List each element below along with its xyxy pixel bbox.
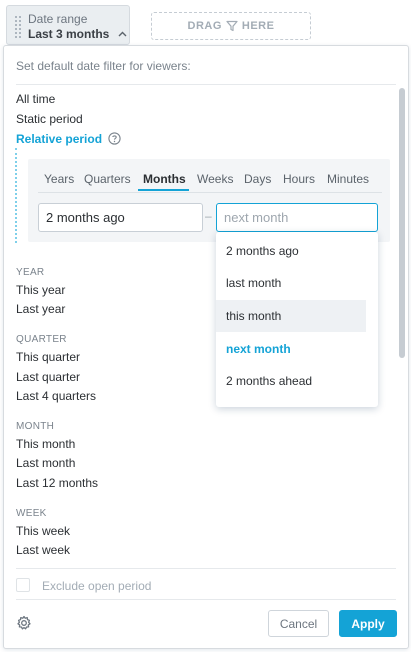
tab-weeks[interactable]: Weeks <box>197 172 233 186</box>
exclude-open-period-checkbox[interactable] <box>16 578 30 592</box>
tab-minutes[interactable]: Minutes <box>327 172 369 186</box>
group-heading-month: MONTH <box>16 421 55 432</box>
drag-grip-icon[interactable] <box>14 15 22 39</box>
group-heading-year: YEAR <box>16 267 45 278</box>
tabs-divider <box>38 192 382 193</box>
option-relative-period[interactable]: Relative period <box>16 132 102 146</box>
filter-chip-value: Last 3 months <box>28 27 110 41</box>
dropdown-option[interactable]: last month <box>216 267 366 299</box>
group-heading-quarter: QUARTER <box>16 334 67 345</box>
preset-this-year[interactable]: This year <box>16 283 65 297</box>
exclude-open-period-label: Exclude open period <box>42 579 152 593</box>
divider <box>16 84 396 85</box>
preset-this-month[interactable]: This month <box>16 437 75 451</box>
preset-last-month[interactable]: Last month <box>16 456 75 470</box>
to-dropdown-list: 2 months ago last month this month next … <box>216 232 378 407</box>
tab-days[interactable]: Days <box>244 172 271 186</box>
apply-button[interactable]: Apply <box>339 610 397 637</box>
preset-this-week[interactable]: This week <box>16 524 70 538</box>
preset-last-week[interactable]: Last week <box>16 543 70 557</box>
panel-description: Set default date filter for viewers: <box>16 59 191 73</box>
relative-period-indicator <box>15 148 17 243</box>
drag-zone-text-right: HERE <box>241 20 275 32</box>
drag-zone-text-left: DRAG <box>187 20 222 32</box>
filter-funnel-icon <box>226 20 238 32</box>
dropdown-option-hovered[interactable]: this month <box>216 300 366 332</box>
tab-years[interactable]: Years <box>44 172 74 186</box>
tab-hours[interactable]: Hours <box>283 172 315 186</box>
date-filter-config-panel: Set default date filter for viewers: All… <box>3 45 409 649</box>
dropdown-option-selected[interactable]: next month <box>216 333 366 365</box>
chevron-up-icon <box>118 31 127 37</box>
option-static-period[interactable]: Static period <box>16 112 83 126</box>
tab-months[interactable]: Months <box>143 172 186 186</box>
date-range-filter-chip[interactable]: Date range Last 3 months <box>6 5 130 45</box>
group-heading-week: WEEK <box>16 508 47 519</box>
to-input[interactable]: next month <box>216 203 378 232</box>
tab-quarters[interactable]: Quarters <box>84 172 131 186</box>
preset-last-4-quarters[interactable]: Last 4 quarters <box>16 389 96 403</box>
filter-chip-label: Date range <box>28 12 88 26</box>
drag-here-dropzone[interactable]: DRAG HERE <box>151 12 311 40</box>
dropdown-option[interactable]: 2 months ago <box>216 235 366 267</box>
divider <box>16 599 396 600</box>
active-tab-underline <box>138 189 189 191</box>
preset-last-quarter[interactable]: Last quarter <box>16 370 80 384</box>
preset-last-year[interactable]: Last year <box>16 302 65 316</box>
panel-scrollbar[interactable] <box>399 88 405 358</box>
divider <box>16 568 396 569</box>
from-input[interactable]: 2 months ago <box>38 203 203 232</box>
preset-last-12-months[interactable]: Last 12 months <box>16 476 98 490</box>
help-icon[interactable] <box>108 132 121 145</box>
option-all-time[interactable]: All time <box>16 92 55 106</box>
cancel-button[interactable]: Cancel <box>268 610 329 637</box>
gear-icon[interactable] <box>16 615 32 631</box>
range-separator: – <box>205 209 212 223</box>
preset-this-quarter[interactable]: This quarter <box>16 350 80 364</box>
dropdown-option[interactable]: 2 months ahead <box>216 365 366 397</box>
